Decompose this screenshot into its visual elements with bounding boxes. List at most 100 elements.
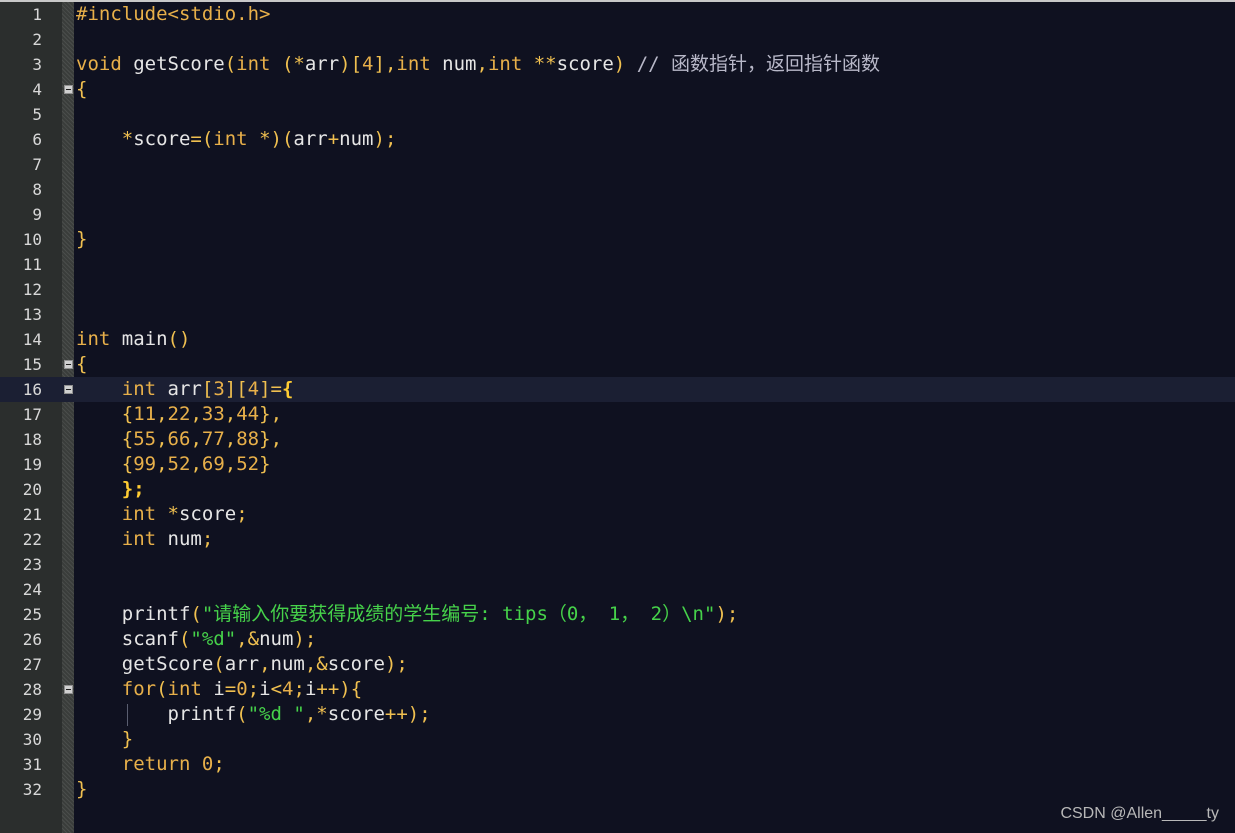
code-token: ( [224,53,237,75]
code-line[interactable]: 8 [0,177,1235,202]
code-text: } [76,227,87,252]
code-line[interactable]: 4{ [0,77,1235,102]
code-token: ); [384,653,408,675]
code-token: num [270,653,305,675]
code-line[interactable]: 27 getScore(arr,num,&score); [0,652,1235,677]
code-text: int *score; [76,502,248,527]
code-token: 44 [236,403,260,425]
code-token: { [76,353,88,375]
fold-toggle-icon[interactable] [64,360,73,369]
code-line[interactable]: 20 }; [0,477,1235,502]
code-line[interactable]: 9 [0,202,1235,227]
code-line[interactable]: 29 printf("%d ",*score++); [0,702,1235,727]
code-text: return 0; [76,752,225,777]
code-text: { [76,77,87,102]
code-token: ); [373,128,397,150]
code-line[interactable]: 1 #include<stdio.h> [0,2,1235,27]
code-editor[interactable]: 1 #include<stdio.h> 2 3 void getScore(int (*… [0,0,1235,833]
fold-toggle-icon[interactable] [64,385,73,394]
code-text: int arr[3][4]={ [76,377,294,402]
code-token: getScore [76,653,214,675]
code-text: {99,52,69,52} [76,452,271,477]
line-number: 15 [22,355,42,374]
code-token: , [190,403,202,425]
code-line[interactable]: 19 {99,52,69,52} [0,452,1235,477]
code-token: , [476,53,488,75]
code-line[interactable]: 3 void getScore(int (*arr)[4],int num,int… [0,52,1235,77]
code-text: for(int i=0;i<4;i++){ [76,677,362,702]
code-line[interactable]: 14 int main() [0,327,1235,352]
code-line[interactable]: 12 [0,277,1235,302]
code-token: { [76,453,134,475]
code-token: 52 [236,453,260,475]
code-token: }, [259,428,283,450]
code-line[interactable]: 16 int arr[3][4]={ [0,377,1235,402]
code-token: num [259,628,294,650]
code-token: , [224,453,237,475]
code-token: ** [522,53,557,75]
code-token: }; [121,478,145,500]
code-line[interactable]: 5 [0,102,1235,127]
code-line[interactable]: 21 int *score; [0,502,1235,527]
code-token: , [224,403,237,425]
code-token: arr [293,128,328,150]
code-text: printf("%d ",*score++); [76,702,431,727]
code-token: int [167,678,202,700]
line-number: 7 [32,155,42,174]
code-token: for [121,678,157,700]
code-token: void [76,53,122,75]
code-token: 88 [236,428,260,450]
code-line[interactable]: 18 {55,66,77,88}, [0,427,1235,452]
code-token: ; [293,678,305,700]
code-line[interactable]: 26 scanf("%d",&num); [0,627,1235,652]
code-line[interactable]: 17 {11,22,33,44}, [0,402,1235,427]
code-token: int [121,503,157,525]
line-number: 13 [22,305,42,324]
code-line[interactable]: 32} [0,777,1235,802]
code-token: ], [373,53,397,75]
code-token: , [190,428,202,450]
code-token: * [76,128,134,150]
code-token: return [121,753,191,775]
code-text: scanf("%d",&num); [76,627,317,652]
code-line[interactable]: 30 } [0,727,1235,752]
code-token: () [167,328,191,350]
code-token: scanf [76,628,179,650]
code-line[interactable]: 15 { [0,352,1235,377]
code-token: ( [156,678,168,700]
code-token: ,& [236,628,260,650]
code-text: } [76,777,87,802]
code-line[interactable]: 23 [0,552,1235,577]
line-number: 16 [22,380,42,399]
code-line[interactable]: 28 for(int i=0;i<4;i++){ [0,677,1235,702]
code-token: num [430,53,477,75]
code-line[interactable]: 22 int num; [0,527,1235,552]
code-line[interactable]: 31 return 0; [0,752,1235,777]
code-token: score [327,653,385,675]
code-line[interactable]: 7 [0,152,1235,177]
code-token: { [76,78,88,100]
code-line[interactable]: 10} [0,227,1235,252]
fold-toggle-icon[interactable] [64,685,73,694]
line-number: 6 [32,130,42,149]
fold-toggle-icon[interactable] [64,85,73,94]
code-line[interactable]: 2 [0,27,1235,52]
code-line[interactable]: 25 printf("请输入你要获得成绩的学生编号: tips（0， 1， 2）… [0,602,1235,627]
code-token: 0 [201,753,214,775]
code-token: score [133,128,191,150]
code-line[interactable]: 24 [0,577,1235,602]
code-token: 52 [167,453,191,475]
code-token: [ [201,378,214,400]
code-line[interactable]: 13 [0,302,1235,327]
code-token: main [110,328,168,350]
code-token: i [304,678,317,700]
code-token: { [76,428,134,450]
code-text: int main() [76,327,190,352]
code-token: int [121,528,157,550]
code-text: void getScore(int (*arr)[4],int num,int … [76,52,880,77]
code-line[interactable]: 6 *score=(int *)(arr+num); [0,127,1235,152]
code-line[interactable]: 11 [0,252,1235,277]
